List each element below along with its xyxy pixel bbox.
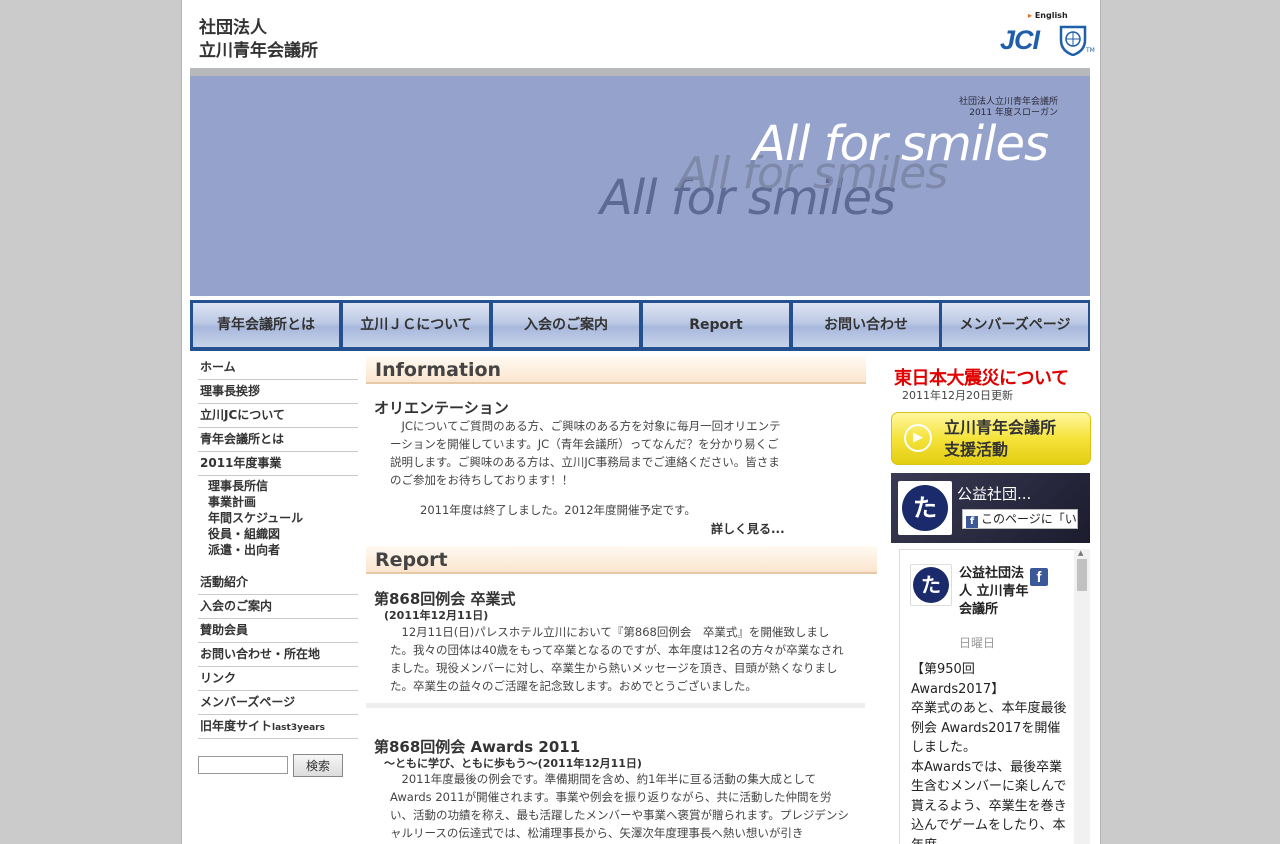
- search-button[interactable]: 検索: [293, 754, 343, 777]
- nav-about-jc[interactable]: 青年会議所とは: [193, 303, 339, 347]
- sidebar-subitem-dispatch[interactable]: 派遣・出向者: [198, 542, 358, 558]
- facebook-like-label: このページに「い: [981, 512, 1077, 526]
- nav-contact[interactable]: お問い合わせ: [793, 303, 939, 347]
- sidebar-subitem-policy[interactable]: 理事長所信: [198, 478, 358, 494]
- feed-post-day: 日曜日: [959, 636, 996, 650]
- information-heading: Information: [366, 356, 866, 384]
- article-divider: [366, 703, 865, 708]
- nav-join[interactable]: 入会のご案内: [493, 303, 639, 347]
- facebook-page-title[interactable]: 公益社団...: [957, 483, 1031, 504]
- site-title-line1: 社団法人: [199, 18, 267, 38]
- sidebar-subitem-schedule[interactable]: 年間スケジュール: [198, 510, 358, 526]
- report-article1-body: 12月11日(日)パレスホテル立川において『第868回例会 卒業式』を開催致しま…: [390, 625, 844, 693]
- nav-members[interactable]: メンバーズページ: [942, 303, 1088, 347]
- orientation-title[interactable]: オリエンテーション: [374, 397, 509, 418]
- sidebar-item-members[interactable]: メンバーズページ: [198, 691, 358, 715]
- old-site-suffix: last3years: [272, 723, 325, 733]
- site-title[interactable]: 社団法人 立川青年会議所: [199, 17, 318, 63]
- read-more-link[interactable]: 詳しく見る...: [711, 520, 785, 537]
- sidebar-item-activities[interactable]: 活動紹介: [198, 571, 358, 595]
- nav-report[interactable]: Report: [643, 303, 789, 347]
- page-container: 社団法人 立川青年会議所 English JCI TM 社団法人立川青年会議所 …: [181, 0, 1101, 844]
- sidebar-item-about-jc[interactable]: 青年会議所とは: [198, 428, 358, 452]
- report-article2-date: ～ともに学び、ともに歩もう～(2011年12月11日): [384, 757, 642, 770]
- old-site-label: 旧年度サイト: [200, 719, 273, 733]
- scrollbar-thumb[interactable]: [1077, 559, 1087, 591]
- play-arrow-icon: ▶: [904, 424, 932, 452]
- report-article1-date: (2011年12月11日): [384, 609, 489, 622]
- facebook-page-logo[interactable]: た: [898, 481, 952, 535]
- sidebar-item-contact[interactable]: お問い合わせ・所在地: [198, 643, 358, 667]
- sidebar-item-greeting[interactable]: 理事長挨拶: [198, 380, 358, 404]
- scroll-up-arrow-icon[interactable]: ▲: [1078, 549, 1083, 557]
- sidebar: ホーム 理事長挨拶 立川JCについて 青年会議所とは 2011年度事業 理事長所…: [198, 356, 358, 739]
- facebook-like-button[interactable]: f このページに「い: [962, 509, 1078, 529]
- sidebar-item-about-tachikawa[interactable]: 立川JCについて: [198, 404, 358, 428]
- sidebar-item-links[interactable]: リンク: [198, 667, 358, 691]
- facebook-feed[interactable]: た 公益社団法人 立川青年会議所 f 日曜日 【第950回 Awards2017…: [899, 549, 1076, 844]
- sidebar-item-sponsors[interactable]: 賛助会員: [198, 619, 358, 643]
- main-nav: 青年会議所とは 立川ＪＣについて 入会のご案内 Report お問い合わせ メン…: [190, 300, 1090, 351]
- english-link[interactable]: English: [1028, 11, 1068, 20]
- sidebar-subitem-plan[interactable]: 事業計画: [198, 494, 358, 510]
- report-heading: Report: [366, 546, 877, 574]
- sidebar-subitem-org-chart[interactable]: 役員・組織図: [198, 526, 358, 542]
- earthquake-updated-date: 2011年12月20日更新: [902, 389, 1013, 402]
- facebook-header: た 公益社団... f このページに「い: [891, 473, 1090, 543]
- trademark-mark: TM: [1086, 47, 1095, 54]
- feed-page-avatar[interactable]: た: [910, 564, 952, 606]
- banner-org-caption: 社団法人立川青年会議所: [958, 97, 1058, 107]
- feed-scrollbar[interactable]: ▲: [1074, 549, 1090, 844]
- support-activities-button[interactable]: ▶ 立川青年会議所 支援活動: [891, 412, 1091, 465]
- nav-tachikawa-jc[interactable]: 立川ＪＣについて: [343, 303, 489, 347]
- jci-logo[interactable]: JCI TM: [1000, 23, 1095, 57]
- jci-logo-text: JCI: [1000, 25, 1040, 55]
- slogan-text: All for smiles: [753, 116, 1049, 172]
- report-article1-title[interactable]: 第868回例会 卒業式: [374, 588, 516, 609]
- sidebar-item-home[interactable]: ホーム: [198, 356, 358, 380]
- feed-page-name[interactable]: 公益社団法人 立川青年会議所: [959, 565, 1029, 619]
- orientation-body: JCについてご質問のある方、ご興味のある方を対象に毎月一回オリエンテーションを開…: [390, 419, 781, 487]
- jci-emblem-icon: [1059, 25, 1087, 56]
- slogan-banner: 社団法人立川青年会議所 2011 年度スローガン All for smiles …: [190, 76, 1090, 296]
- report-article2-body: 2011年度最後の例会です。準備期間を含め、約1年半に亘る活動の集大成としてAw…: [390, 772, 849, 840]
- sidebar-item-join[interactable]: 入会のご案内: [198, 595, 358, 619]
- sidebar-item-2011-projects[interactable]: 2011年度事業: [198, 452, 358, 476]
- facebook-f-icon[interactable]: f: [1030, 568, 1048, 586]
- sidebar-item-old-site[interactable]: 旧年度サイトlast3years: [198, 715, 358, 739]
- header-divider: [190, 68, 1090, 76]
- site-title-line2: 立川青年会議所: [199, 41, 318, 61]
- report-article2-title[interactable]: 第868回例会 Awards 2011: [374, 736, 580, 757]
- facebook-icon: f: [966, 516, 978, 528]
- feed-post-text: 【第950回 Awards2017】 卒業式のあと、本年度最後例会 Awards…: [911, 662, 1067, 844]
- orientation-note: 2011年度は終了しました。2012年度開催予定です。: [420, 503, 696, 517]
- support-activities-label: 立川青年会議所 支援活動: [944, 418, 1057, 459]
- search-input[interactable]: [198, 756, 288, 774]
- facebook-widget: た 公益社団... f このページに「い た 公益社団法人 立川青年会議所 f 日…: [891, 473, 1090, 844]
- feed-avatar-glyph: た: [913, 567, 949, 603]
- page-logo-glyph: た: [902, 485, 948, 531]
